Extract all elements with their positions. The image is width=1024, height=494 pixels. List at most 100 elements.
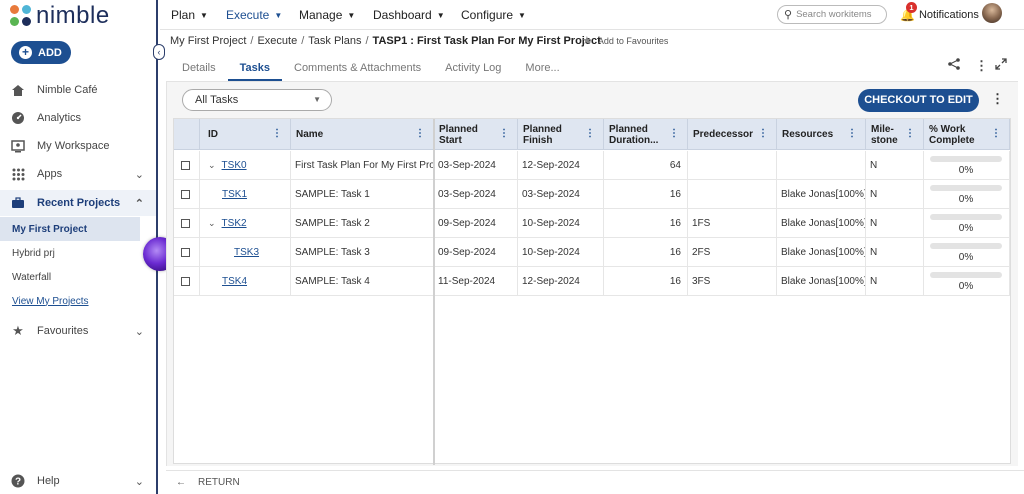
sidebar-item-recent-projects[interactable]: Recent Projects ⌃	[0, 190, 156, 216]
row-checkbox[interactable]	[181, 161, 190, 170]
expand-icon[interactable]	[995, 58, 1007, 73]
search-input[interactable]: ⚲ Search workitems	[777, 5, 887, 24]
tab-comments-attachments[interactable]: Comments & Attachments	[282, 57, 433, 81]
column-header-id[interactable]: ID ⋮	[200, 119, 291, 150]
search-icon: ⚲	[784, 9, 793, 21]
collapse-chevron-icon[interactable]: ⌄	[208, 160, 216, 171]
top-navigation-bar: Plan ▼ Execute ▼ Manage ▼ Dashboard ▼ Config…	[160, 0, 1024, 30]
column-header-predecessor[interactable]: Predecessor ⋮	[688, 119, 777, 150]
view-my-projects-link[interactable]: View My Projects	[0, 289, 140, 313]
menu-plan[interactable]: Plan ▼	[171, 8, 208, 22]
task-id-link[interactable]: TSK1	[222, 189, 247, 200]
column-header-name[interactable]: Name ⋮	[291, 119, 434, 150]
recent-project-waterfall[interactable]: Waterfall	[0, 265, 140, 289]
frozen-column-divider[interactable]	[433, 119, 435, 465]
add-button[interactable]: + ADD	[11, 41, 71, 64]
column-menu-icon[interactable]: ⋮	[415, 128, 425, 139]
column-menu-icon[interactable]: ⋮	[585, 128, 595, 139]
more-options-icon[interactable]: ⋮	[975, 58, 988, 74]
tab-more[interactable]: More...	[513, 57, 571, 81]
row-checkbox[interactable]	[181, 248, 190, 257]
work-complete: 0%	[924, 151, 1010, 180]
breadcrumb-current: TASP1 : First Task Plan For My First Pro…	[372, 35, 601, 47]
breadcrumb-item[interactable]: Execute	[257, 35, 297, 47]
column-header-milestone[interactable]: Mile-stone ⋮	[866, 119, 924, 150]
column-menu-icon[interactable]: ⋮	[991, 128, 1001, 139]
notifications-button[interactable]: 🔔 1 Notifications	[900, 2, 979, 22]
caret-down-icon: ▼	[347, 10, 356, 20]
task-id-link[interactable]: TSK0	[222, 160, 247, 171]
column-menu-icon[interactable]: ⋮	[272, 128, 282, 139]
column-menu-icon[interactable]: ⋮	[847, 128, 857, 139]
collapse-chevron-icon[interactable]: ⌄	[208, 218, 216, 229]
milestone: N	[866, 267, 924, 296]
predecessor: 3FS	[688, 267, 777, 296]
table-row[interactable]: TSK1 SAMPLE: Task 1 03-Sep-2024 03-Sep-2…	[174, 180, 1010, 209]
breadcrumb-item[interactable]: My First Project	[170, 35, 246, 47]
checkout-to-edit-button[interactable]: CHECKOUT TO EDIT	[858, 89, 979, 112]
menu-execute[interactable]: Execute ▼	[226, 8, 282, 22]
sidebar-item-my-workspace[interactable]: My Workspace	[0, 133, 156, 159]
column-menu-icon[interactable]: ⋮	[669, 128, 679, 139]
sidebar-item-analytics[interactable]: Analytics	[0, 105, 156, 131]
chevron-down-icon: ⌄	[134, 475, 144, 488]
favourite-label: Add to Favourites	[597, 35, 669, 46]
share-icon[interactable]	[948, 58, 960, 73]
planned-duration: 64	[604, 151, 688, 180]
caret-down-icon: ▼	[200, 10, 208, 20]
column-header-planned-duration[interactable]: Planned Duration... ⋮	[604, 119, 688, 150]
row-checkbox[interactable]	[181, 277, 190, 286]
recent-project-hybrid-prj[interactable]: Hybrid prj	[0, 241, 140, 265]
planned-duration: 16	[604, 267, 688, 296]
row-checkbox[interactable]	[181, 219, 190, 228]
task-id-link[interactable]: TSK2	[222, 218, 247, 229]
menu-configure[interactable]: Configure ▼	[461, 8, 526, 22]
resources: Blake Jonas[100%]	[777, 209, 866, 238]
return-button[interactable]: RETURN	[198, 477, 240, 488]
apps-grid-icon	[10, 166, 26, 182]
user-avatar[interactable]	[982, 3, 1002, 23]
return-arrow-icon[interactable]: ←	[176, 477, 186, 488]
nimble-logo[interactable]: nimble	[10, 2, 110, 29]
recent-project-my-first-project[interactable]: My First Project	[0, 217, 140, 241]
caret-down-icon: ▼	[518, 10, 526, 20]
sidebar-item-apps[interactable]: Apps ⌄	[0, 161, 156, 187]
column-menu-icon[interactable]: ⋮	[499, 128, 509, 139]
column-header-planned-start[interactable]: Planned Start ⋮	[434, 119, 518, 150]
progress-bar	[930, 271, 1002, 278]
table-row[interactable]: ⌄ TSK0 First Task Plan For My First Proje…	[174, 151, 1010, 180]
add-to-favourites-button[interactable]: ★ Add to Favourites	[582, 34, 668, 47]
resources: Blake Jonas[100%]	[777, 238, 866, 267]
breadcrumb-item[interactable]: Task Plans	[308, 35, 361, 47]
task-id-link[interactable]: TSK3	[234, 247, 259, 258]
sidebar-item-nimble-cafe[interactable]: Nimble Café	[0, 77, 156, 103]
sidebar-item-favourites[interactable]: ★ Favourites ⌄	[0, 318, 156, 344]
column-header-resources[interactable]: Resources ⋮	[777, 119, 866, 150]
task-grid: ID ⋮ Name ⋮ Planned Start ⋮ Planned Finish ⋮…	[173, 118, 1011, 465]
grid-more-options-icon[interactable]: ⋮	[991, 91, 1004, 107]
tab-activity-log[interactable]: Activity Log	[433, 57, 513, 81]
sidebar-item-help[interactable]: ? Help ⌄	[0, 468, 156, 494]
tab-details[interactable]: Details	[170, 57, 228, 81]
menu-manage[interactable]: Manage ▼	[299, 8, 355, 22]
milestone: N	[866, 151, 924, 180]
table-row[interactable]: TSK3 SAMPLE: Task 3 09-Sep-2024 10-Sep-2…	[174, 238, 1010, 267]
planned-start: 09-Sep-2024	[434, 209, 518, 238]
resources: Blake Jonas[100%]	[777, 180, 866, 209]
menu-label: Manage	[299, 8, 343, 22]
milestone: N	[866, 180, 924, 209]
task-filter-select[interactable]: All Tasks ▼	[182, 89, 332, 111]
column-menu-icon[interactable]: ⋮	[758, 128, 768, 139]
column-header-planned-finish[interactable]: Planned Finish ⋮	[518, 119, 604, 150]
table-row[interactable]: ⌄ TSK2 SAMPLE: Task 2 09-Sep-2024 10-Sep-…	[174, 209, 1010, 238]
select-column-header	[174, 119, 200, 150]
column-menu-icon[interactable]: ⋮	[905, 128, 915, 139]
row-checkbox[interactable]	[181, 190, 190, 199]
sidebar-collapse-toggle[interactable]: ‹	[153, 44, 165, 60]
table-row[interactable]: TSK4 SAMPLE: Task 4 11-Sep-2024 12-Sep-2…	[174, 267, 1010, 296]
tab-tasks[interactable]: Tasks	[227, 57, 282, 81]
column-header-work-complete[interactable]: % Work Complete ⋮	[924, 119, 1010, 150]
view-my-projects-label: View My Projects	[12, 295, 89, 307]
task-id-link[interactable]: TSK4	[222, 276, 247, 287]
menu-dashboard[interactable]: Dashboard ▼	[373, 8, 445, 22]
